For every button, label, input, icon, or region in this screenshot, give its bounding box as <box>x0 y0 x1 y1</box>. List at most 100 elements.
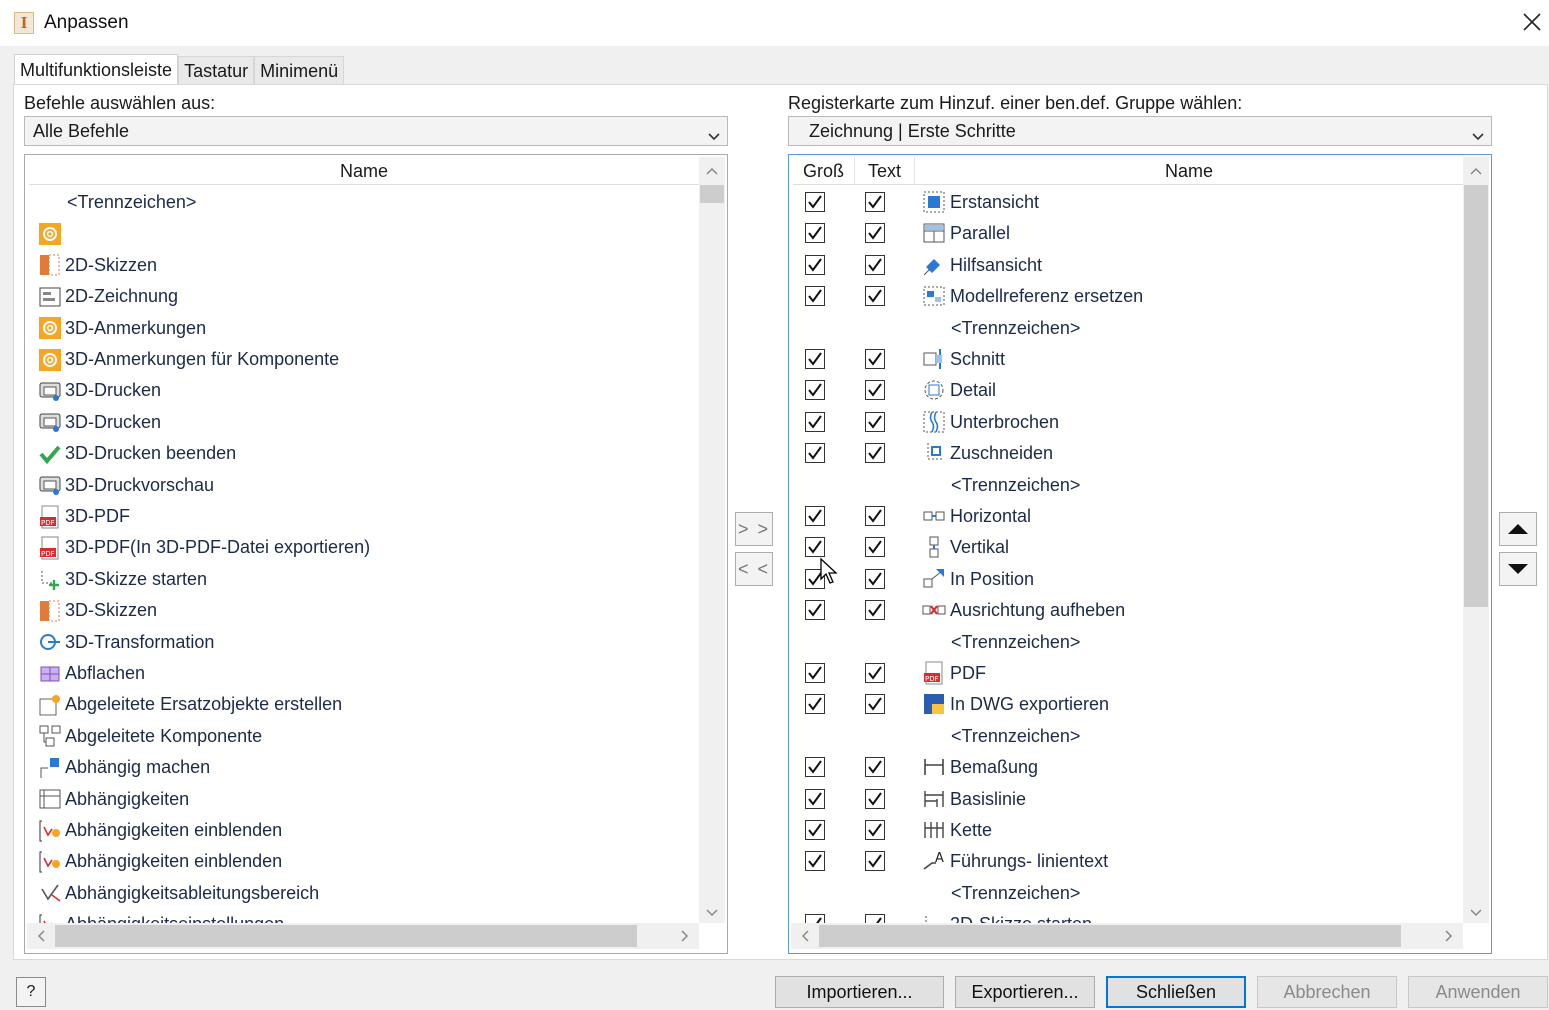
list-item[interactable]: Abhängigkeitsableitungsbereich <box>37 878 319 909</box>
ribbon-tab-dropdown[interactable]: Zeichnung | Erste Schritte <box>788 116 1492 146</box>
table-row[interactable]: Schnitt <box>789 344 1461 375</box>
text-checkbox[interactable] <box>865 411 885 432</box>
list-item[interactable]: 3D-Drucken <box>37 407 161 438</box>
list-item[interactable]: 3D-Drucken beenden <box>37 438 236 469</box>
text-checkbox[interactable] <box>865 537 885 558</box>
tab-minimenue[interactable]: Minimenü <box>254 56 345 84</box>
large-checkbox[interactable] <box>805 788 825 809</box>
list-item[interactable]: PDF 3D-PDF(In 3D-PDF-Datei exportieren) <box>37 532 370 563</box>
large-checkbox[interactable] <box>805 286 825 307</box>
table-row[interactable]: In DWG exportieren <box>789 689 1461 720</box>
text-checkbox[interactable] <box>865 568 885 589</box>
list-item[interactable]: 3D-Anmerkungen für Komponente <box>37 344 339 375</box>
tab-tastatur[interactable]: Tastatur <box>178 56 255 84</box>
name-column-header[interactable]: Name <box>915 157 1463 185</box>
large-checkbox[interactable] <box>805 254 825 275</box>
commands-name-column-header[interactable]: Name <box>29 157 699 185</box>
table-row[interactable]: Zuschneiden <box>789 438 1461 469</box>
table-row[interactable]: Bemaßung <box>789 752 1461 783</box>
list-item[interactable]: Abhängigkeiten einblenden <box>37 846 282 877</box>
move-down-button[interactable] <box>1499 552 1537 586</box>
scroll-thumb[interactable] <box>1464 185 1488 607</box>
list-item[interactable]: 3D-Skizzen <box>37 595 157 626</box>
close-button[interactable]: Schließen <box>1106 976 1246 1008</box>
group-vertical-scrollbar[interactable] <box>1463 157 1489 923</box>
separator-row[interactable]: <Trennzeichen> <box>789 721 1461 752</box>
import-button[interactable]: Importieren... <box>775 976 944 1008</box>
cancel-button[interactable]: Abbrechen <box>1257 976 1397 1008</box>
list-item[interactable]: Abflachen <box>37 658 145 689</box>
large-checkbox[interactable] <box>805 537 825 558</box>
text-checkbox[interactable] <box>865 788 885 809</box>
commands-vertical-scrollbar[interactable] <box>699 157 725 923</box>
list-item[interactable]: PDF 3D-PDF <box>37 501 130 532</box>
table-row[interactable]: Kette <box>789 815 1461 846</box>
text-column-header[interactable]: Text <box>855 157 915 185</box>
scroll-thumb[interactable] <box>55 925 637 947</box>
separator-row[interactable]: <Trennzeichen> <box>789 627 1461 658</box>
commands-list[interactable]: Name <Trennzeichen> 2D-Skizzen 2D-Zeichnun… <box>24 154 728 954</box>
text-checkbox[interactable] <box>865 349 885 369</box>
scroll-down-icon[interactable] <box>704 905 720 921</box>
group-commands-list[interactable]: Groß Text Name Erstansicht Parallel Hilfsa… <box>788 154 1492 954</box>
table-row[interactable]: Modellreferenz ersetzen <box>789 281 1461 312</box>
help-button[interactable]: ? <box>16 977 46 1007</box>
list-item[interactable]: 2D-Zeichnung <box>37 281 178 312</box>
large-checkbox[interactable] <box>805 820 825 840</box>
move-up-button[interactable] <box>1499 512 1537 546</box>
scroll-down-icon[interactable] <box>1468 905 1484 921</box>
text-checkbox[interactable] <box>865 286 885 307</box>
commands-horizontal-scrollbar[interactable] <box>27 923 699 949</box>
text-checkbox[interactable] <box>865 694 885 715</box>
group-horizontal-scrollbar[interactable] <box>791 923 1463 949</box>
apply-button[interactable]: Anwenden <box>1408 976 1548 1008</box>
text-checkbox[interactable] <box>865 192 885 212</box>
text-checkbox[interactable] <box>865 820 885 840</box>
separator-row[interactable]: <Trennzeichen> <box>789 878 1461 909</box>
table-row[interactable]: Horizontal <box>789 501 1461 532</box>
remove-from-group-button[interactable]: < < <box>735 552 773 586</box>
table-row[interactable]: In Position <box>789 564 1461 595</box>
export-button[interactable]: Exportieren... <box>955 976 1095 1008</box>
large-checkbox[interactable] <box>805 443 825 464</box>
separator-row[interactable]: <Trennzeichen> <box>789 313 1461 344</box>
table-row[interactable]: Parallel <box>789 218 1461 249</box>
list-item[interactable]: 3D-Skizze starten <box>37 564 207 595</box>
large-checkbox[interactable] <box>805 600 825 621</box>
list-item[interactable]: 3D-Anmerkungen <box>37 313 206 344</box>
table-row[interactable]: Detail <box>789 375 1461 406</box>
large-checkbox[interactable] <box>805 506 825 526</box>
close-icon[interactable] <box>1518 8 1546 36</box>
text-checkbox[interactable] <box>865 506 885 526</box>
scroll-up-icon[interactable] <box>704 163 720 179</box>
commands-source-dropdown[interactable]: Alle Befehle <box>24 116 728 146</box>
text-checkbox[interactable] <box>865 757 885 778</box>
list-item[interactable]: Abhängig machen <box>37 752 210 783</box>
large-checkbox[interactable] <box>805 694 825 715</box>
list-item[interactable]: Abgeleitete Ersatzobjekte erstellen <box>37 689 342 720</box>
table-row[interactable]: Ausrichtung aufheben <box>789 595 1461 626</box>
list-item[interactable]: 3D-Druckvorschau <box>37 470 214 501</box>
list-item[interactable]: Abhängigkeiten <box>37 784 189 815</box>
scroll-left-icon[interactable] <box>33 928 49 944</box>
table-row[interactable]: PDF PDF <box>789 658 1461 689</box>
list-item[interactable]: Abgeleitete Komponente <box>37 721 262 752</box>
list-item[interactable] <box>37 218 65 249</box>
table-row[interactable]: Basislinie <box>789 784 1461 815</box>
table-row[interactable]: Unterbrochen <box>789 407 1461 438</box>
text-checkbox[interactable] <box>865 600 885 621</box>
large-checkbox[interactable] <box>805 223 825 244</box>
text-checkbox[interactable] <box>865 443 885 464</box>
large-checkbox[interactable] <box>805 663 825 683</box>
table-row[interactable]: A Führungs- linientext <box>789 846 1461 877</box>
list-item[interactable]: 2D-Skizzen <box>37 250 157 281</box>
separator-row[interactable]: <Trennzeichen> <box>789 470 1461 501</box>
table-row[interactable]: Hilfsansicht <box>789 250 1461 281</box>
add-to-group-button[interactable]: > > <box>735 512 773 546</box>
scroll-left-icon[interactable] <box>797 928 813 944</box>
large-checkbox[interactable] <box>805 851 825 872</box>
text-checkbox[interactable] <box>865 851 885 872</box>
scroll-thumb[interactable] <box>819 925 1401 947</box>
table-row[interactable]: Vertikal <box>789 532 1461 563</box>
text-checkbox[interactable] <box>865 380 885 401</box>
